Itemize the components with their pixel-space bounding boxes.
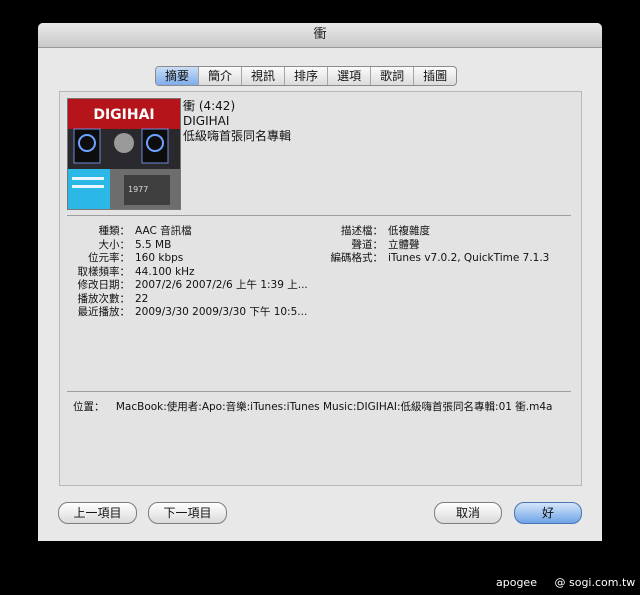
info-label: 播放次數： bbox=[77, 292, 131, 305]
album-artwork: DIGIHAI 1977 bbox=[67, 98, 181, 210]
credit-site: @ sogi.com.tw bbox=[554, 576, 636, 589]
song-title: 衝 (4:42) bbox=[183, 99, 236, 113]
song-artist: DIGIHAI bbox=[183, 114, 230, 128]
tab-info[interactable]: 簡介 bbox=[199, 67, 243, 85]
album-art-number: 1977 bbox=[128, 185, 148, 194]
info-row-last-played: 最近播放： 2009/3/30 2009/3/30 下午 10:5... bbox=[68, 306, 308, 320]
info-label: 位元率： bbox=[88, 252, 130, 264]
tab-lyrics[interactable]: 歌詞 bbox=[371, 67, 415, 85]
info-value: AAC 音訊檔 bbox=[135, 225, 192, 237]
tab-sorting[interactable]: 排序 bbox=[285, 67, 329, 85]
next-item-button[interactable]: 下一項目 bbox=[148, 502, 227, 524]
info-value: 22 bbox=[135, 292, 149, 305]
file-location: 位置： MacBook:使用者:Apo:音樂:iTunes:iTunes Mus… bbox=[73, 399, 552, 414]
info-row-channels: 聲道： 立體聲 bbox=[316, 239, 549, 253]
file-info-left: 種類： AAC 音訊檔 大小： 5.5 MB 位元率： 160 kbps 取樣頻… bbox=[68, 225, 308, 320]
song-info-dialog: 衝 摘要 簡介 視訊 排序 選項 歌詞 插圖 DIGIHAI 1977 衝 (4… bbox=[38, 23, 602, 541]
tab-artwork[interactable]: 插圖 bbox=[414, 67, 456, 85]
song-album: 低級嗨首張同名專輯 bbox=[183, 129, 292, 143]
info-value: iTunes v7.0.2, QuickTime 7.1.3 bbox=[388, 252, 550, 264]
info-label: 取樣頻率： bbox=[77, 265, 131, 278]
previous-item-button[interactable]: 上一項目 bbox=[58, 502, 137, 524]
tab-video[interactable]: 視訊 bbox=[242, 67, 286, 85]
photo-credit: apogee @ sogi.com.tw bbox=[496, 576, 635, 589]
location-label: 位置： bbox=[73, 401, 105, 413]
info-label: 修改日期： bbox=[77, 279, 131, 291]
info-value: 5.5 MB bbox=[135, 238, 172, 251]
info-value: 2007/2/6 2007/2/6 上午 1:39 上... bbox=[135, 279, 308, 291]
tab-bar: 摘要 簡介 視訊 排序 選項 歌詞 插圖 bbox=[155, 66, 458, 86]
info-label: 最近播放： bbox=[77, 306, 131, 318]
info-label: 種類： bbox=[98, 225, 131, 237]
info-value: 160 kbps bbox=[135, 252, 184, 264]
info-row-size: 大小： 5.5 MB bbox=[68, 239, 308, 253]
ok-button[interactable]: 好 bbox=[514, 502, 582, 524]
info-value: 低複雜度 bbox=[388, 225, 430, 237]
info-label: 聲道： bbox=[351, 238, 384, 251]
info-row-profile: 描述檔： 低複雜度 bbox=[316, 225, 549, 239]
info-value: 立體聲 bbox=[388, 238, 420, 251]
window-title: 衝 bbox=[38, 23, 602, 48]
info-row-kind: 種類： AAC 音訊檔 bbox=[68, 225, 308, 239]
location-path: MacBook:使用者:Apo:音樂:iTunes:iTunes Music:D… bbox=[115, 401, 553, 413]
top-divider bbox=[67, 215, 571, 216]
album-art-logo: DIGIHAI bbox=[93, 107, 154, 123]
song-header: 衝 (4:42) DIGIHAI 低級嗨首張同名專輯 bbox=[183, 99, 291, 144]
bottom-divider bbox=[67, 391, 571, 392]
info-label: 大小： bbox=[98, 238, 131, 251]
info-row-encoded-with: 編碼格式： iTunes v7.0.2, QuickTime 7.1.3 bbox=[316, 252, 550, 266]
info-row-sample-rate: 取樣頻率： 44.100 kHz bbox=[68, 266, 308, 280]
info-row-bitrate: 位元率： 160 kbps bbox=[68, 252, 308, 266]
info-row-play-count: 播放次數： 22 bbox=[68, 293, 308, 307]
tab-options[interactable]: 選項 bbox=[328, 67, 372, 85]
info-label: 描述檔： bbox=[341, 225, 383, 237]
credit-author: apogee bbox=[496, 576, 537, 589]
file-info-right: 描述檔： 低複雜度 聲道： 立體聲 編碼格式： iTunes v7.0.2, Q… bbox=[316, 225, 550, 266]
info-label: 編碼格式： bbox=[330, 252, 384, 264]
info-value: 2009/3/30 2009/3/30 下午 10:5... bbox=[135, 306, 308, 318]
info-row-modified: 修改日期： 2007/2/6 2007/2/6 上午 1:39 上... bbox=[68, 279, 308, 293]
tab-summary[interactable]: 摘要 bbox=[156, 67, 200, 85]
cancel-button[interactable]: 取消 bbox=[434, 502, 502, 524]
info-value: 44.100 kHz bbox=[135, 265, 195, 278]
